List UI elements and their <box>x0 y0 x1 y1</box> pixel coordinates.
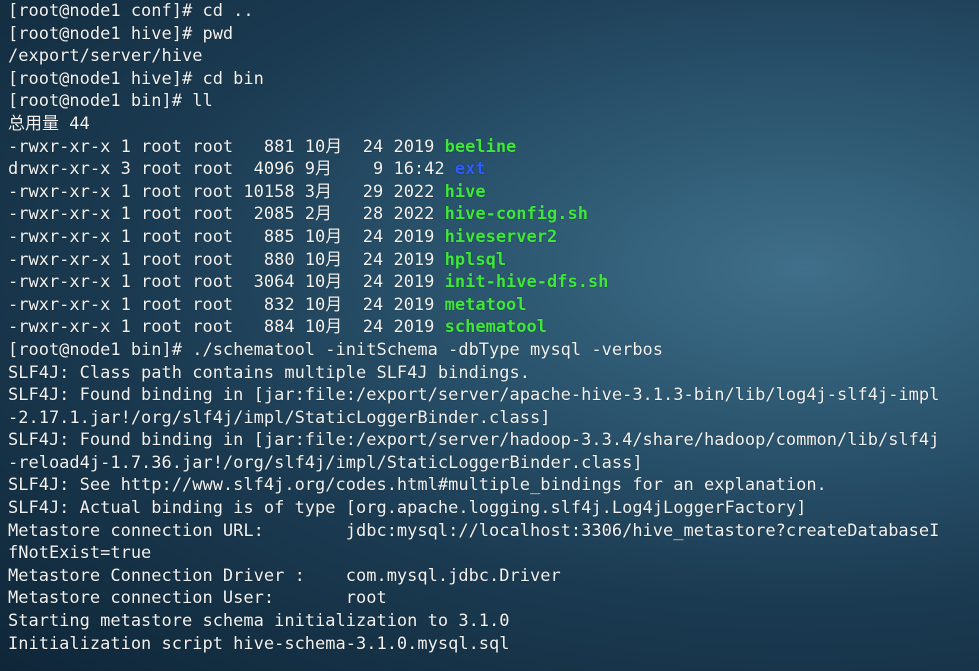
terminal-line: Metastore Connection Driver : com.mysql.… <box>8 565 561 586</box>
file-name: hive <box>444 181 486 202</box>
terminal-line: [root@node1 bin]# ll <box>8 91 213 112</box>
file-name: hive-config.sh <box>444 204 588 225</box>
file-attributes: -rwxr-xr-x 1 root root 880 10月 24 2019 <box>8 249 445 270</box>
terminal-line: Starting metastore schema initialization… <box>8 611 510 632</box>
terminal-line: [root@node1 bin]# ./schematool -initSche… <box>8 339 664 360</box>
file-attributes: drwxr-xr-x 3 root root 4096 9月 9 16:42 <box>8 159 455 180</box>
terminal-line: -2.17.1.jar!/org/slf4j/impl/StaticLogger… <box>8 407 551 428</box>
terminal-line: SLF4J: See http://www.slf4j.org/codes.ht… <box>8 475 827 496</box>
terminal-line: /export/server/hive <box>8 46 203 67</box>
file-name: schematool <box>444 317 547 338</box>
terminal-line: [root@node1 conf]# cd .. <box>8 1 254 21</box>
file-entry: -rwxr-xr-x 1 root root 832 10月 24 2019 m… <box>8 294 979 317</box>
terminal-line: Metastore connection User: root <box>8 588 387 609</box>
terminal-output[interactable]: [root@node1 conf]# cd .. [root@node1 hiv… <box>0 0 979 671</box>
terminal-line: Initialization script hive-schema-3.1.0.… <box>8 633 510 654</box>
terminal-line: Metastore connection URL: jdbc:mysql://l… <box>8 520 940 541</box>
file-attributes: -rwxr-xr-x 1 root root 881 10月 24 2019 <box>8 136 445 157</box>
file-entry: -rwxr-xr-x 1 root root 881 10月 24 2019 b… <box>8 136 979 159</box>
terminal-line: SLF4J: Class path contains multiple SLF4… <box>8 362 530 383</box>
terminal-line: [root@node1 hive]# pwd <box>8 23 234 44</box>
file-entry: -rwxr-xr-x 1 root root 10158 3月 29 2022 … <box>8 181 979 204</box>
file-name: init-hive-dfs.sh <box>444 272 609 293</box>
file-attributes: -rwxr-xr-x 1 root root 885 10月 24 2019 <box>8 226 445 247</box>
file-name: hplsql <box>444 249 507 270</box>
terminal-line: 总用量 44 <box>8 113 90 134</box>
terminal-line: SLF4J: Found binding in [jar:file:/expor… <box>8 385 940 406</box>
file-attributes: -rwxr-xr-x 1 root root 10158 3月 29 2022 <box>8 181 445 202</box>
file-attributes: -rwxr-xr-x 1 root root 832 10月 24 2019 <box>8 294 445 315</box>
terminal-line: [root@node1 hive]# cd bin <box>8 68 264 89</box>
terminal-line: SLF4J: Actual binding is of type [org.ap… <box>8 498 807 519</box>
file-attributes: -rwxr-xr-x 1 root root 3064 10月 24 2019 <box>8 272 445 293</box>
file-entry: -rwxr-xr-x 1 root root 3064 10月 24 2019 … <box>8 271 979 294</box>
file-entry: -rwxr-xr-x 1 root root 884 10月 24 2019 s… <box>8 316 979 339</box>
file-name: beeline <box>444 136 517 157</box>
file-entry: drwxr-xr-x 3 root root 4096 9月 9 16:42 e… <box>8 158 979 181</box>
file-entry: -rwxr-xr-x 1 root root 885 10月 24 2019 h… <box>8 226 979 249</box>
terminal-line: -reload4j-1.7.36.jar!/org/slf4j/impl/Sta… <box>8 452 643 473</box>
file-entry: -rwxr-xr-x 1 root root 2085 2月 28 2022 h… <box>8 203 979 226</box>
terminal-line: SLF4J: Found binding in [jar:file:/expor… <box>8 430 940 451</box>
file-entry: -rwxr-xr-x 1 root root 880 10月 24 2019 h… <box>8 249 979 272</box>
directory-name: ext <box>454 159 486 180</box>
file-attributes: -rwxr-xr-x 1 root root 884 10月 24 2019 <box>8 317 445 338</box>
file-name: metatool <box>444 294 527 315</box>
terminal-line: fNotExist=true <box>8 543 152 564</box>
file-name: hiveserver2 <box>444 226 558 247</box>
file-attributes: -rwxr-xr-x 1 root root 2085 2月 28 2022 <box>8 204 445 225</box>
